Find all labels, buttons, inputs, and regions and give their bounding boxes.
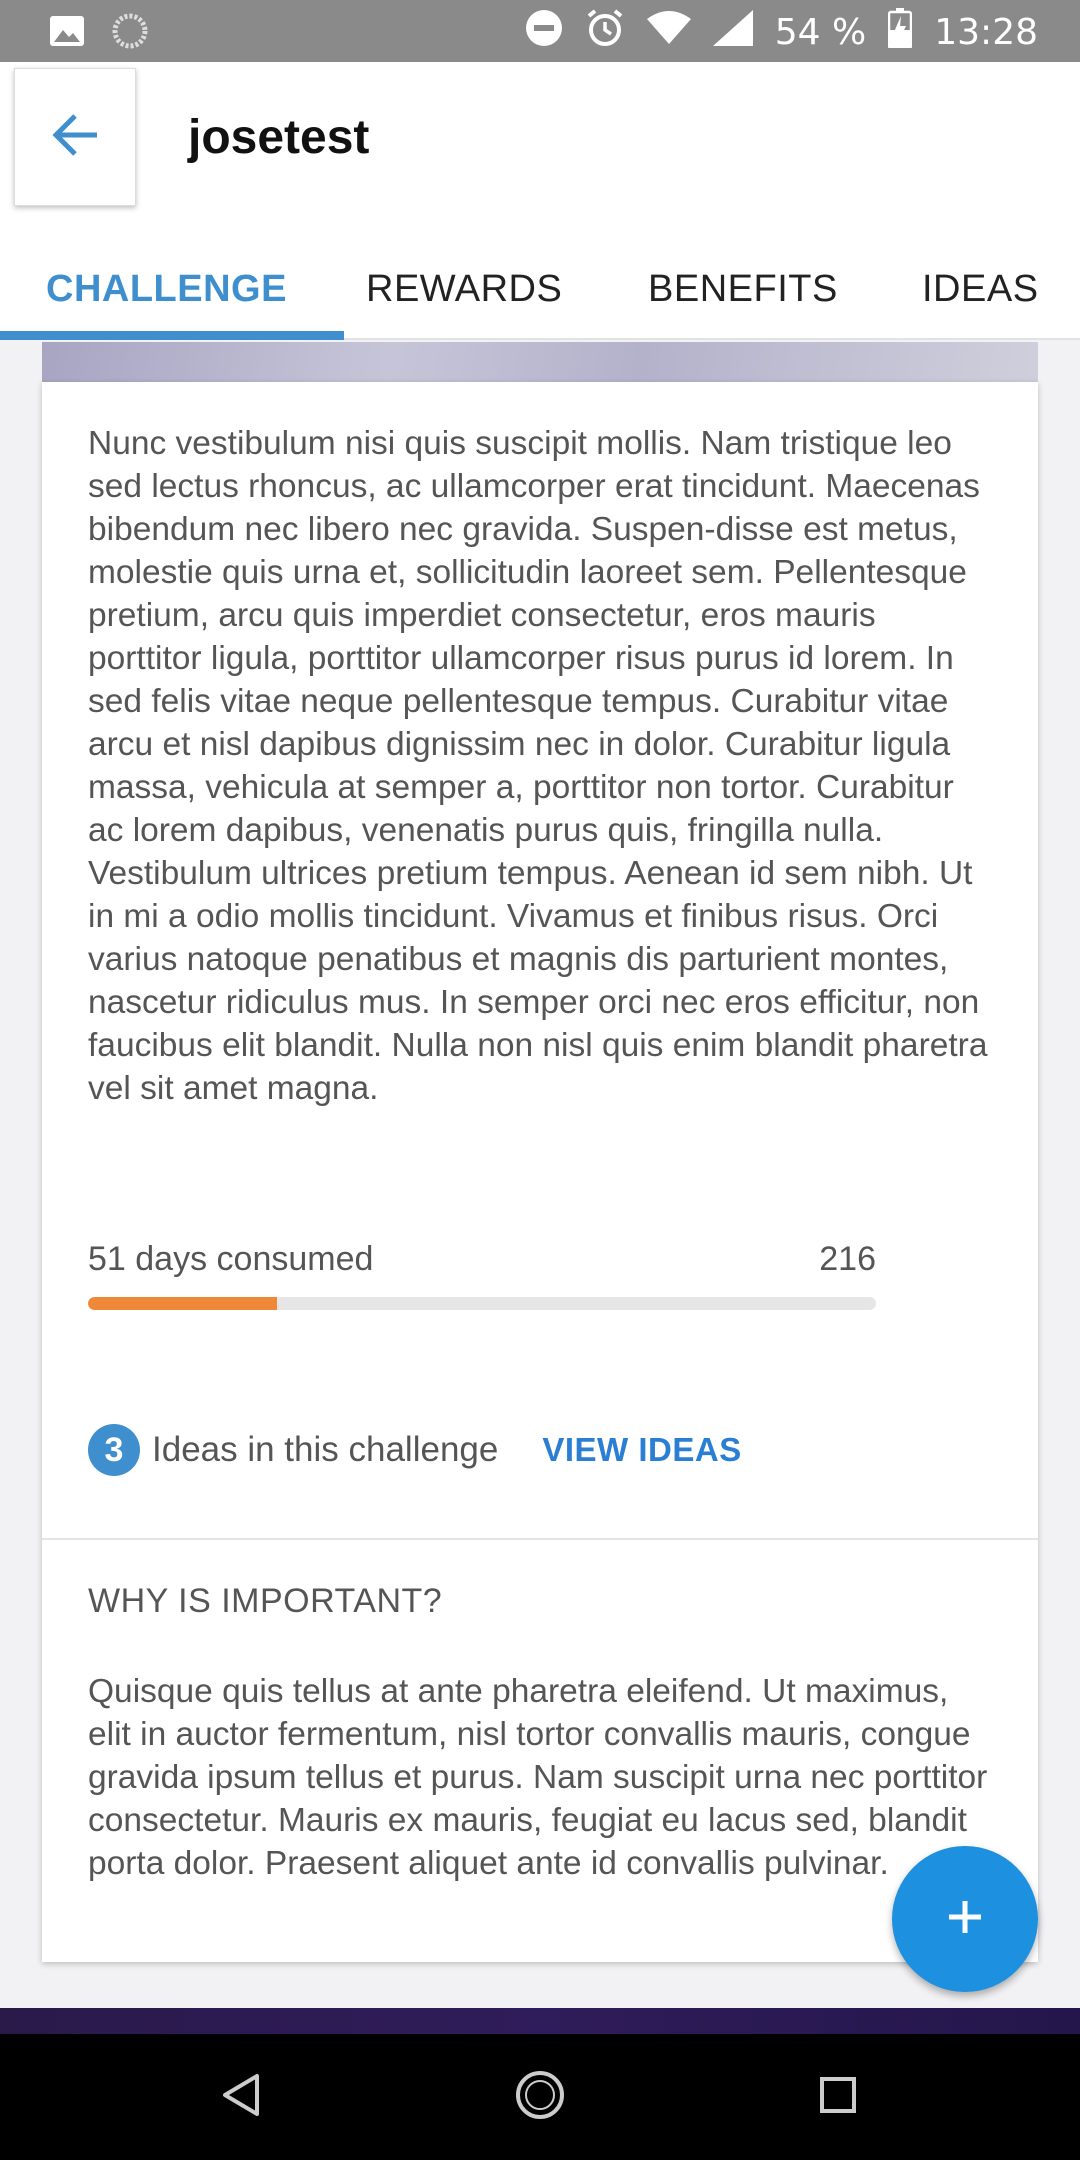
section-divider — [42, 1538, 1038, 1540]
back-button[interactable] — [14, 68, 136, 206]
app-bar: josetest — [0, 62, 1080, 240]
nav-back-triangle-icon — [221, 2073, 261, 2122]
progress-bar-fill — [88, 1297, 278, 1310]
nav-back-button[interactable] — [206, 2062, 276, 2132]
why-important-heading: WHY IS IMPORTANT? — [88, 1582, 443, 1620]
do-not-disturb-icon — [525, 9, 563, 56]
progress-total: 216 — [819, 1240, 876, 1278]
view-ideas-button[interactable]: VIEW IDEAS — [542, 1431, 741, 1469]
nav-recents-button[interactable] — [803, 2062, 873, 2132]
arrow-back-icon — [51, 113, 99, 162]
nav-home-button[interactable] — [505, 2062, 575, 2132]
ideas-count-badge: 3 — [88, 1424, 140, 1476]
sync-notification-icon — [112, 13, 148, 54]
challenge-banner-image — [42, 342, 1038, 382]
tab-active-indicator — [0, 331, 344, 340]
challenge-description: Nunc vestibulum nisi quis suscipit molli… — [88, 425, 988, 1107]
status-bar: 54 % 13:28 — [0, 0, 1080, 62]
tab-rewards[interactable]: REWARDS — [366, 252, 562, 326]
system-navigation-bar — [0, 2034, 1080, 2160]
progress-bar — [88, 1297, 876, 1310]
clock-time: 13:28 — [934, 12, 1038, 53]
cellular-signal-icon — [712, 10, 753, 55]
challenge-card: Nunc vestibulum nisi quis suscipit molli… — [42, 382, 1038, 1962]
plus-icon — [945, 1897, 985, 1942]
ideas-row: 3 Ideas in this challenge VIEW IDEAS — [88, 1424, 742, 1476]
alarm-icon — [585, 8, 625, 57]
nav-home-circle-icon — [514, 2069, 566, 2126]
wifi-icon — [646, 11, 691, 54]
ideas-label: Ideas in this challenge — [152, 1430, 499, 1469]
tab-challenge[interactable]: CHALLENGE — [46, 252, 287, 326]
progress-label: 51 days consumed — [88, 1240, 374, 1278]
nav-recents-square-icon — [818, 2075, 858, 2120]
tab-ideas[interactable]: IDEAS — [922, 252, 1039, 326]
image-notification-icon — [50, 16, 84, 51]
add-idea-button[interactable] — [892, 1846, 1038, 1992]
tab-bar: CHALLENGE REWARDS BENEFITS IDEAS — [0, 240, 1080, 340]
page-title: josetest — [188, 111, 370, 164]
battery-percentage: 54 % — [774, 12, 867, 53]
why-important-text: Quisque quis tellus at ante pharetra ele… — [88, 1673, 988, 1882]
battery-charging-icon — [888, 8, 913, 57]
tab-benefits[interactable]: BENEFITS — [648, 252, 838, 326]
bottom-banner-strip — [0, 2008, 1080, 2034]
